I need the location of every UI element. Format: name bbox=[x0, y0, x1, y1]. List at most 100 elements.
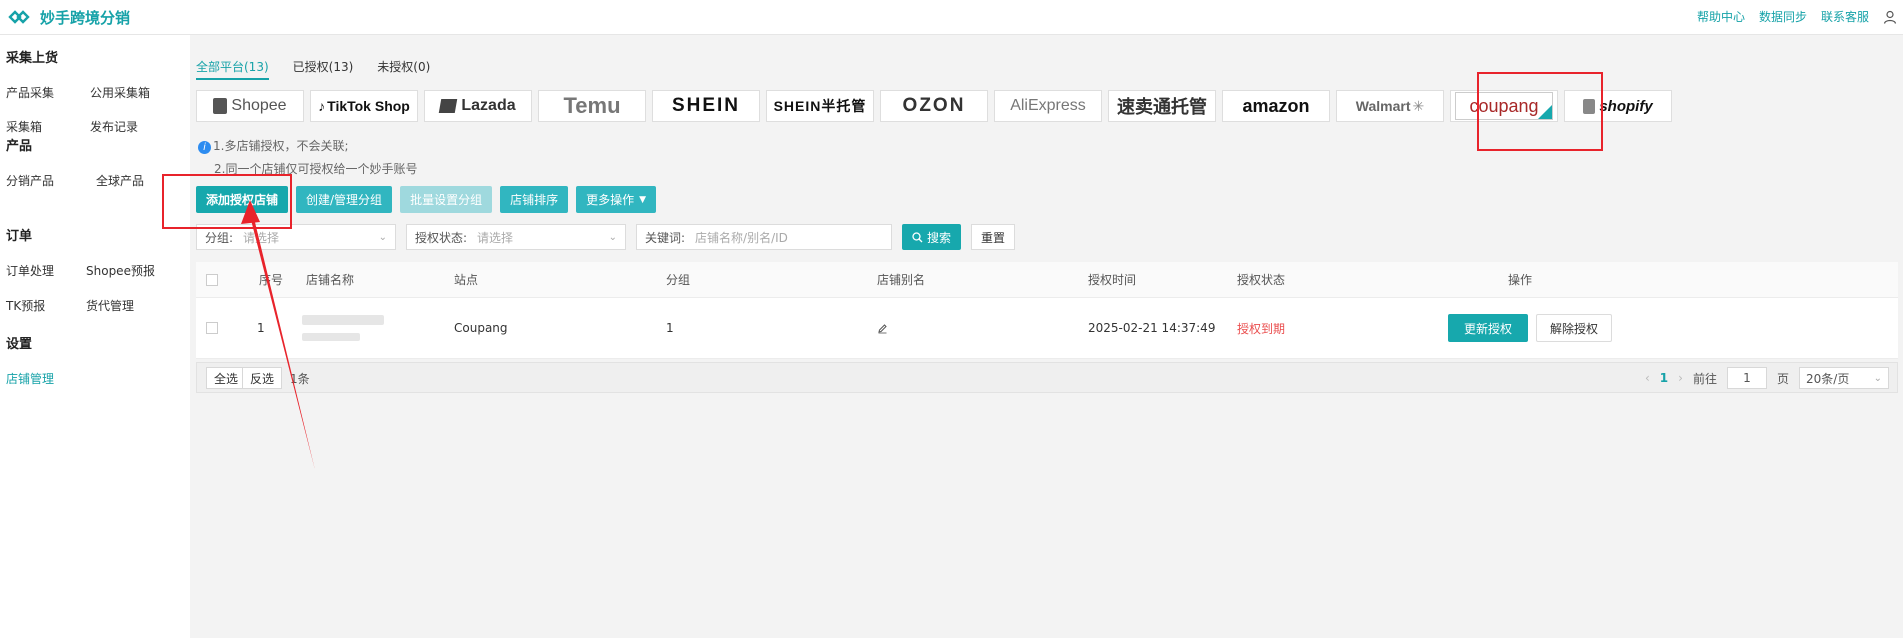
sidebar-item-order-processing[interactable]: 订单处理 bbox=[6, 262, 54, 279]
chevron-down-icon: ⌄ bbox=[1873, 372, 1882, 384]
edit-alias-icon[interactable] bbox=[877, 298, 888, 358]
brand[interactable]: 妙手跨境分销 bbox=[8, 6, 130, 28]
row-group: 1 bbox=[666, 321, 674, 335]
group-placeholder: 请选择 bbox=[243, 230, 280, 245]
contact-support-link[interactable]: 联系客服 bbox=[1821, 8, 1869, 25]
platform-shopify[interactable]: shopify bbox=[1564, 90, 1672, 122]
tips: i 1.多店铺授权，不会关联; 2.同一个店铺仅可授权给一个妙手账号 bbox=[198, 135, 417, 181]
filter-bar: 分组: 请选择 ⌄ 授权状态: 请选择 ⌄ 关键词: 店铺名称/别名/ID 搜索… bbox=[196, 224, 1016, 250]
search-icon bbox=[912, 231, 923, 242]
keyword-label: 关键词: bbox=[645, 230, 686, 245]
platform-ozon[interactable]: OZON bbox=[880, 90, 988, 122]
add-authorized-store-button[interactable]: 添加授权店铺 bbox=[196, 186, 289, 213]
search-label: 搜索 bbox=[927, 230, 952, 245]
sidebar-item-product-collect[interactable]: 产品采集 bbox=[6, 84, 54, 101]
row-actions: 更新授权 解除授权 bbox=[1448, 298, 1613, 358]
lazada-heart-icon bbox=[439, 99, 458, 113]
store-sort-button[interactable]: 店铺排序 bbox=[500, 186, 569, 213]
table-footer: 全选 反选 1条 ‹ 1 › 前往 1 页 20条/页 ⌄ bbox=[196, 362, 1898, 393]
auth-status-label: 授权状态: bbox=[415, 230, 468, 245]
page-suffix: 页 bbox=[1776, 371, 1789, 386]
sidebar-group-collect: 采集上货 bbox=[6, 51, 59, 66]
next-page-icon[interactable]: › bbox=[1678, 371, 1683, 385]
logo-icon bbox=[8, 10, 30, 24]
keyword-placeholder: 店铺名称/别名/ID bbox=[695, 230, 788, 245]
prev-page-icon[interactable]: ‹ bbox=[1645, 371, 1650, 385]
platform-tabs: 全部平台(13) 已授权(13) 未授权(0) bbox=[196, 58, 430, 80]
update-authorization-button[interactable]: 更新授权 bbox=[1448, 314, 1529, 342]
table-header: 序号 店铺名称 站点 分组 店铺别名 授权时间 授权状态 操作 bbox=[196, 262, 1898, 298]
select-all-checkbox[interactable] bbox=[206, 273, 218, 286]
top-links: 帮助中心 数据同步 联系客服 bbox=[1697, 8, 1897, 25]
shopee-bag-icon bbox=[213, 98, 228, 114]
action-buttons: 添加授权店铺 创建/管理分组 批量设置分组 店铺排序 更多操作 ▼ bbox=[196, 186, 657, 213]
revoke-authorization-button[interactable]: 解除授权 bbox=[1536, 314, 1613, 342]
sidebar-item-global-products[interactable]: 全球产品 bbox=[96, 172, 144, 189]
manage-groups-button[interactable]: 创建/管理分组 bbox=[296, 186, 393, 213]
platform-lazada[interactable]: Lazada bbox=[424, 90, 532, 122]
page-size-select[interactable]: 20条/页 ⌄ bbox=[1799, 367, 1889, 389]
shopify-bag-icon bbox=[1583, 98, 1596, 114]
user-icon[interactable] bbox=[1883, 10, 1897, 24]
col-actions: 操作 bbox=[1508, 273, 1533, 287]
sidebar: 采集上货 产品采集 公用采集箱 采集箱 发布记录 产品 分销产品 全球产品 订单… bbox=[0, 35, 191, 638]
sidebar-item-publish-records[interactable]: 发布记录 bbox=[90, 118, 138, 135]
search-button[interactable]: 搜索 bbox=[902, 224, 962, 250]
col-group: 分组 bbox=[666, 273, 691, 287]
col-store-alias: 店铺别名 bbox=[877, 273, 926, 287]
app-title: 妙手跨境分销 bbox=[40, 8, 131, 27]
sidebar-item-tk-forecast[interactable]: TK预报 bbox=[6, 297, 45, 314]
reset-button[interactable]: 重置 bbox=[971, 224, 1016, 250]
page-number[interactable]: 1 bbox=[1660, 371, 1668, 385]
chevron-down-icon: ▼ bbox=[639, 194, 647, 205]
tiktok-note-icon: ♪ bbox=[318, 98, 326, 114]
sidebar-item-distribution-products[interactable]: 分销产品 bbox=[6, 172, 54, 189]
table-row: 1 Coupang 1 2025-02-21 14:37:49 授权到期 更新授… bbox=[196, 298, 1898, 359]
data-sync-link[interactable]: 数据同步 bbox=[1759, 8, 1807, 25]
row-site: Coupang bbox=[454, 321, 508, 335]
tab-authorized[interactable]: 已授权(13) bbox=[293, 58, 354, 80]
page-size-value: 20条/页 bbox=[1806, 371, 1850, 386]
tab-all-platforms[interactable]: 全部平台(13) bbox=[196, 58, 269, 80]
row-checkbox[interactable] bbox=[206, 322, 218, 334]
platform-temu[interactable]: Temu bbox=[538, 90, 646, 122]
platform-walmart[interactable]: Walmart ✳ bbox=[1336, 90, 1444, 122]
batch-set-group-button[interactable]: 批量设置分组 bbox=[400, 186, 493, 213]
keyword-input[interactable]: 关键词: 店铺名称/别名/ID bbox=[636, 224, 892, 250]
sidebar-group-product: 产品 bbox=[6, 139, 33, 154]
more-actions-button[interactable]: 更多操作 ▼ bbox=[576, 186, 657, 213]
tab-unauthorized[interactable]: 未授权(0) bbox=[377, 58, 430, 80]
row-auth-status: 授权到期 bbox=[1237, 321, 1286, 336]
record-count: 1条 bbox=[290, 372, 310, 386]
platform-coupang[interactable]: coupang bbox=[1450, 90, 1558, 122]
tip-line-1: 1.多店铺授权，不会关联; bbox=[213, 139, 349, 153]
sidebar-item-forwarder-management[interactable]: 货代管理 bbox=[86, 297, 134, 314]
platform-shein-semi-managed[interactable]: SHEIN半托管 bbox=[766, 90, 874, 122]
select-all-button[interactable]: 全选 bbox=[206, 367, 247, 389]
group-label: 分组: bbox=[205, 230, 234, 245]
sidebar-item-shopee-forecast[interactable]: Shopee预报 bbox=[86, 262, 155, 279]
platform-shopee[interactable]: Shopee bbox=[196, 90, 304, 122]
auth-status-select[interactable]: 授权状态: 请选择 ⌄ bbox=[406, 224, 626, 250]
more-actions-label: 更多操作 bbox=[586, 193, 635, 207]
platform-shein[interactable]: SHEIN bbox=[652, 90, 760, 122]
group-select[interactable]: 分组: 请选择 ⌄ bbox=[196, 224, 396, 250]
chevron-down-icon: ⌄ bbox=[608, 231, 617, 243]
main-content: 全部平台(13) 已授权(13) 未授权(0) Shopee ♪ TikTok … bbox=[190, 35, 1903, 638]
platform-tiktok-shop[interactable]: ♪ TikTok Shop bbox=[310, 90, 418, 122]
sidebar-item-store-management[interactable]: 店铺管理 bbox=[6, 370, 54, 387]
invert-selection-button[interactable]: 反选 bbox=[242, 367, 283, 389]
platform-aliexpress[interactable]: AliExpress bbox=[994, 90, 1102, 122]
sidebar-item-collect-box[interactable]: 采集箱 bbox=[6, 118, 42, 135]
sidebar-item-public-collect-box[interactable]: 公用采集箱 bbox=[90, 84, 150, 101]
col-store-name: 店铺名称 bbox=[306, 273, 355, 287]
goto-page-input[interactable]: 1 bbox=[1726, 367, 1767, 389]
walmart-spark-icon: ✳ bbox=[1412, 97, 1425, 114]
row-auth-time: 2025-02-21 14:37:49 bbox=[1088, 321, 1216, 335]
help-center-link[interactable]: 帮助中心 bbox=[1697, 8, 1745, 25]
platform-amazon[interactable]: amazon bbox=[1222, 90, 1330, 122]
chevron-down-icon: ⌄ bbox=[378, 231, 387, 243]
sidebar-group-order: 订单 bbox=[6, 229, 33, 244]
platform-aliexpress-managed[interactable]: 速卖通托管 bbox=[1108, 90, 1216, 122]
col-auth-time: 授权时间 bbox=[1088, 273, 1137, 287]
